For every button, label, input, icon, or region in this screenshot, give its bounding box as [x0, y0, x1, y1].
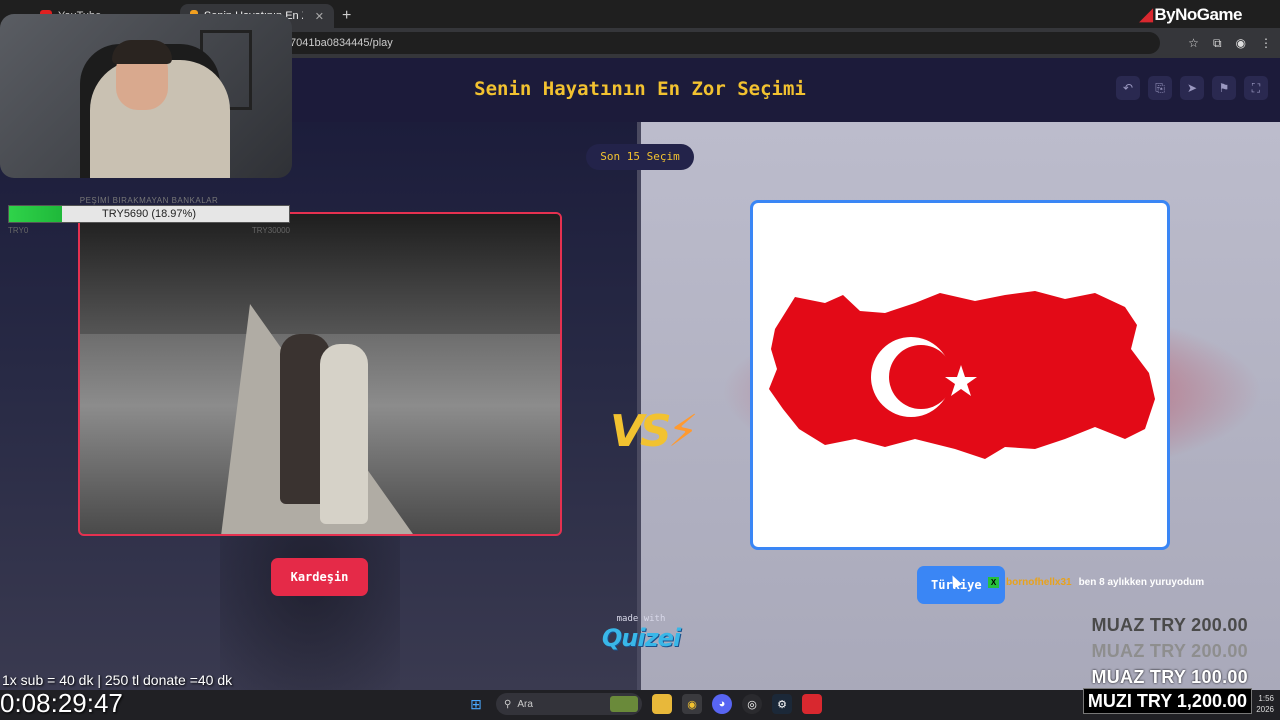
history-pill[interactable]: Son 15 Seçim: [586, 144, 694, 170]
made-with-label: made with: [616, 614, 666, 624]
app-icon[interactable]: [802, 694, 822, 714]
goal-ends: TRY0 TRY30000: [8, 226, 290, 235]
clock-time: 1:56: [1258, 694, 1274, 703]
bynogame-logo: ◢ ByNoGame: [1139, 5, 1243, 25]
windows-start-icon[interactable]: ⊞: [466, 694, 486, 714]
flag-icon[interactable]: ⚑: [1212, 76, 1236, 100]
search-icon: ⚲: [504, 698, 512, 710]
search-highlight-image: [610, 696, 638, 712]
search-placeholder: Ara: [517, 698, 533, 710]
taskbar-apps: ⊞ ⚲ Ara ◉ ◕ ◎ ⚙: [466, 693, 822, 715]
discord-icon[interactable]: ◕: [712, 694, 732, 714]
chrome-icon[interactable]: ◉: [682, 694, 702, 714]
close-icon[interactable]: ✕: [315, 10, 324, 23]
streamer-hair: [112, 40, 172, 64]
obs-icon[interactable]: ◎: [742, 694, 762, 714]
file-explorer-icon[interactable]: [652, 694, 672, 714]
fullscreen-icon[interactable]: ⛶: [1244, 76, 1268, 100]
children-walking-photo: [80, 214, 560, 534]
top-donation: MUZI TRY 1,200.00: [1082, 688, 1252, 714]
donation-item: MUAZ TRY 100.00: [1091, 667, 1248, 687]
steam-icon[interactable]: ⚙: [772, 694, 792, 714]
recent-donations: MUAZ TRY 200.00 MUAZ TRY 200.00 MUAZ TRY…: [1091, 612, 1248, 690]
share-icon[interactable]: ⎘: [1148, 76, 1172, 100]
goal-progress-bar: TRY5690 (18.97%): [8, 205, 290, 223]
chat-username: bornofhellx31: [1006, 577, 1072, 588]
clock-year: 2026: [1256, 705, 1274, 714]
left-choice-image[interactable]: [78, 212, 562, 536]
vs-text: VS: [610, 406, 672, 457]
taskbar-clock[interactable]: 1:56 2026: [1256, 693, 1274, 715]
xbox-badge-icon: X: [988, 577, 999, 588]
bynogame-icon: ◢: [1139, 5, 1153, 24]
browser-toolbar: ☆ ⧉ ◉ ⋮: [1188, 36, 1272, 51]
header-actions: ↶ ⎘ ➤ ⚑ ⛶: [1116, 76, 1268, 100]
star-icon[interactable]: ☆: [1188, 36, 1199, 51]
menu-icon[interactable]: ⋮: [1260, 36, 1272, 51]
taskbar-search[interactable]: ⚲ Ara: [496, 693, 642, 715]
right-choice-image[interactable]: [750, 200, 1170, 550]
new-tab-button[interactable]: +: [334, 7, 359, 25]
goal-progress-text: TRY5690 (18.97%): [102, 208, 196, 220]
goal-caption: PEŞİMİ BIRAKMAYAN BANKALAR: [79, 196, 219, 205]
lightning-icon: ⚡: [667, 406, 699, 457]
logo-text: ByNoGame: [1154, 5, 1242, 24]
donation-goal: PEŞİMİ BIRAKMAYAN BANKALAR TRY5690 (18.9…: [8, 196, 290, 235]
subathon-timer: 0:08:29:47: [0, 688, 123, 718]
profile-icon[interactable]: ◉: [1236, 36, 1246, 51]
send-icon[interactable]: ➤: [1180, 76, 1204, 100]
vs-badge: VS⚡: [610, 406, 699, 457]
quizei-logo: Quizei: [601, 624, 681, 652]
goal-end: TRY30000: [251, 226, 290, 235]
made-with-badge[interactable]: made with Quizei: [598, 614, 684, 652]
chat-message: X bornofhellx31 ben 8 aylıkken yuruyodum: [988, 577, 1204, 588]
turkey-flag-map: [769, 291, 1155, 459]
child-figure: [320, 344, 368, 524]
screen: YouTube Senin Hayatının En Zor Seçimi ✕ …: [0, 0, 1280, 720]
goal-start: TRY0: [8, 226, 29, 235]
webcam-overlay: [0, 14, 292, 178]
donation-item: MUAZ TRY 200.00: [1091, 641, 1248, 661]
undo-icon[interactable]: ↶: [1116, 76, 1140, 100]
choose-left-button[interactable]: Kardeşin: [271, 558, 368, 596]
extensions-icon[interactable]: ⧉: [1213, 36, 1222, 51]
subathon-rules: 1x sub = 40 dk | 250 tl donate =40 dk: [2, 672, 233, 688]
donation-item: MUAZ TRY 200.00: [1091, 615, 1248, 635]
chat-text: ben 8 aylıkken yuruyodum: [1078, 577, 1205, 588]
